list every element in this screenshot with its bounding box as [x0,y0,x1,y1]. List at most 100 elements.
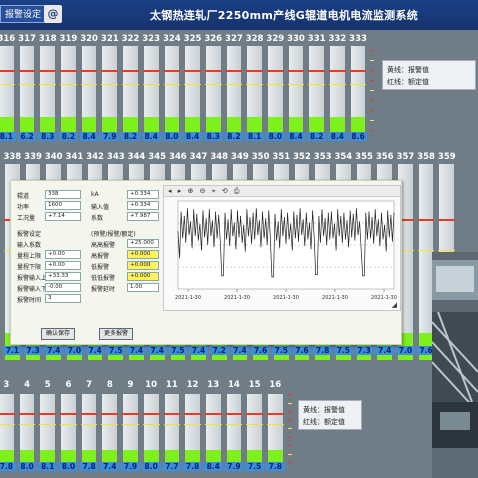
current-level-fill [123,450,138,462]
param-label: 输入值 [91,204,110,211]
channel-bar-cell[interactable] [58,394,79,462]
channel-bar-cell[interactable] [120,46,141,132]
channel-bar-cell[interactable] [306,46,327,132]
rated-line [101,70,119,73]
param-value-field[interactable]: +25.000 [127,239,159,248]
trend-point [205,218,207,220]
channel-bar-cell[interactable] [79,394,100,462]
more-alarms-button[interactable]: 更多报警 [99,328,134,340]
trend-point [236,210,238,212]
resize-grip-icon[interactable]: ◢ [392,301,397,309]
channel-bar-cell[interactable] [182,46,203,132]
alarm-params-table: kA +0.334 输入值 +0.334 系数 +7.987 (预警/报警/额定) 高高报警 +… [91,189,161,293]
scale-tick [370,60,374,61]
channel-bar-cell[interactable] [327,46,348,132]
channel-bar-cell[interactable] [99,394,120,462]
alarm-line [101,423,119,425]
channel-bar-cell[interactable] [17,394,38,462]
rated-line [122,70,139,73]
alarm-settings-button[interactable]: 报警设定 [0,5,47,23]
trend-point [302,219,304,221]
current-level-fill [81,450,97,462]
scale-tick [370,130,374,131]
current-value: 6.2 [17,132,37,141]
channel-bar-cell[interactable] [286,46,307,132]
channel-bar-cell[interactable] [141,46,162,132]
channel-bar-cell[interactable] [265,46,286,132]
current-value: 7.0 [396,346,415,355]
channel-bar-cell[interactable] [348,46,369,132]
trend-point [218,214,220,216]
channel-bar-cell[interactable] [58,46,79,132]
channel-bar-cell[interactable] [244,394,265,462]
param-value-field[interactable]: 1600 [45,201,81,210]
channel-number: 8 [106,380,113,390]
param-label: 系数 [91,215,104,222]
param-value-field[interactable]: 1.00 [127,283,159,292]
rated-line [142,413,160,416]
current-value: 7.6 [292,346,312,355]
chart-toolbar[interactable]: ◂ ▸ ⊕ ⊖ ⌖ ⟲ ⎙ [164,186,400,197]
param-value-field[interactable]: 338 [45,190,81,199]
alarm-line [0,83,15,85]
trend-point [312,210,314,212]
channel-number-row: 338 339 340 341 342 343 344 345 346 347 348 349 350 3… [2,152,457,162]
rated-line [204,413,222,416]
channel-bar-cell[interactable] [203,46,224,132]
param-value-field[interactable]: +0.334 [127,190,159,199]
legend-alarm-line: 黄线：报警值 [303,406,345,414]
channel-bar-cell[interactable] [79,46,100,132]
channel-number: 341 [65,152,84,162]
param-value-field[interactable]: +0.000 [127,272,159,281]
param-value-field[interactable]: +7.987 [127,212,159,221]
param-value-field[interactable]: +7.14 [45,212,81,221]
param-value-field[interactable]: +0.00 [45,261,81,270]
current-level-fill [164,117,180,132]
alarm-line [80,83,98,85]
channel-bar-cell[interactable] [162,394,183,462]
param-value-field[interactable]: +0.000 [127,261,159,270]
channel-bar-cell[interactable] [203,394,224,462]
current-value: 8.0 [265,132,285,141]
current-value: 8.2 [224,132,244,141]
current-value: 7.9 [121,462,140,471]
trend-point [249,217,251,218]
param-value-field[interactable]: +0.000 [127,250,159,259]
channel-bar-cell[interactable] [141,394,162,462]
param-label: (预警/报警/额定) [91,231,136,238]
channel-bar-cell[interactable] [37,394,58,462]
channel-bar-cell[interactable] [0,46,17,132]
param-label: 报警延时 [91,286,116,293]
trend-point [377,219,379,221]
channel-bar-cell[interactable] [265,394,286,462]
channel-bar-cell[interactable] [224,46,245,132]
channel-bar-cell[interactable] [224,394,245,462]
current-value: 8.2 [121,132,140,141]
param-value-field[interactable]: 3 [45,294,81,303]
trend-point [211,220,213,222]
current-level-fill [40,450,56,462]
trend-point [362,275,364,277]
channel-bar-cell[interactable] [17,46,38,132]
trend-point [393,212,395,214]
channel-bar-cell[interactable] [182,394,203,462]
channel-bar-cell[interactable] [99,46,120,132]
param-value-field[interactable]: -0.00 [45,283,81,292]
channel-bar-cell[interactable] [0,394,17,462]
trend-point [215,211,217,213]
trend-point [180,211,182,213]
channel-bar-cell[interactable] [162,46,183,132]
param-value-field[interactable]: +0.334 [127,201,159,210]
current-level-bar [349,46,367,132]
channel-bar-cell[interactable] [244,46,265,132]
channel-bar-cell[interactable] [120,394,141,462]
rated-line [266,70,284,73]
param-value-field[interactable]: +33.33 [45,272,81,281]
confirm-save-button[interactable]: 确认保存 [41,328,76,340]
channel-bar-cell[interactable] [37,46,58,132]
scale-tick [288,436,292,438]
param-value-field[interactable]: +0.00 [45,250,81,259]
trend-point [359,221,361,223]
alarm-line [184,83,201,85]
channel-number-row: 3 4 5 6 7 8 9 10 11 12 13 14 15 16 [0,380,286,390]
